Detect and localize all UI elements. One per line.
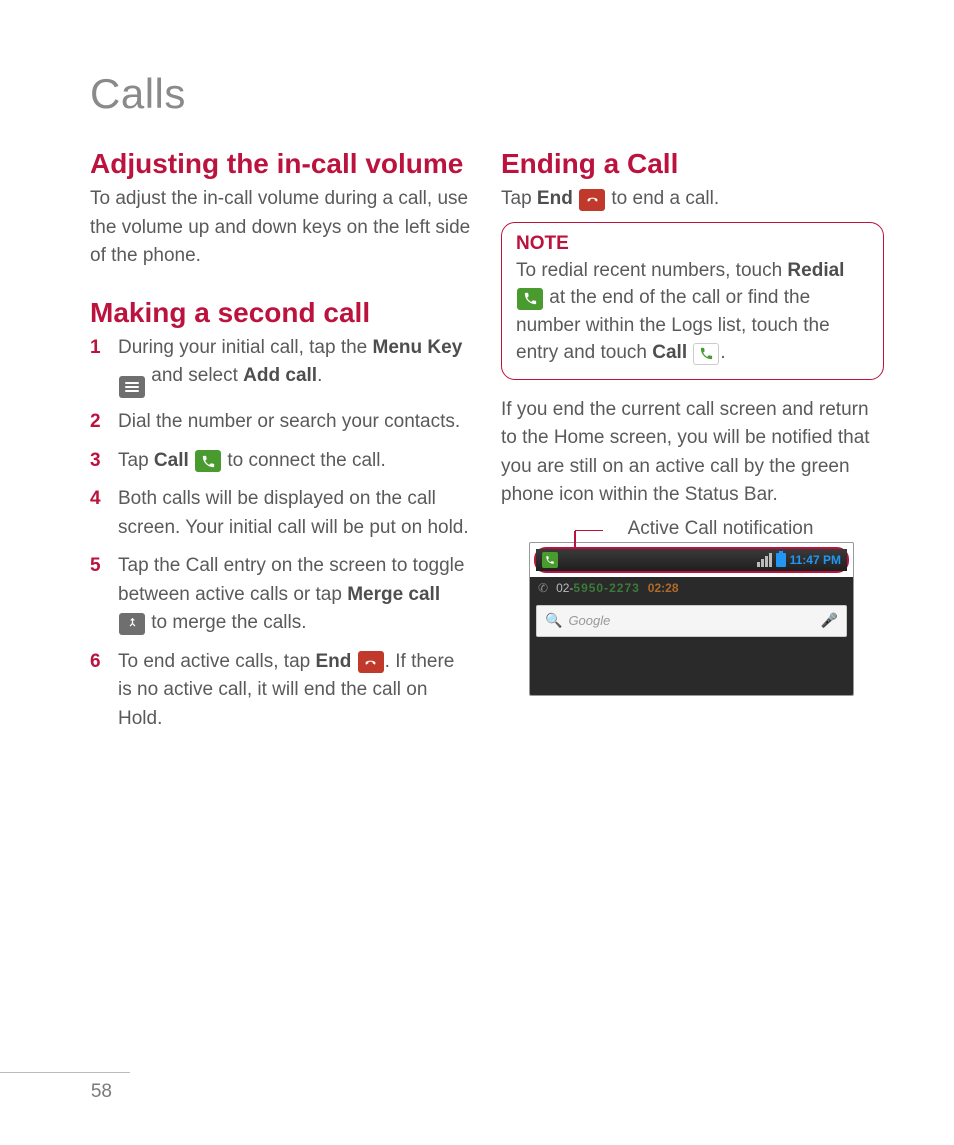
menu-key-label: Menu Key [373, 337, 463, 358]
home-screen-area: 🔍 Google 🎤 [530, 599, 853, 695]
battery-icon [776, 553, 786, 567]
add-call-label: Add call [243, 365, 317, 386]
phone-call-icon [195, 450, 221, 472]
call-label: Call [154, 450, 189, 471]
end-call-icon [579, 189, 605, 211]
ongoing-call-bar: ✆ 02-5950-2273 02:28 [530, 577, 853, 599]
end-call-icon [358, 651, 384, 673]
step-1-text-b: and select [146, 365, 243, 386]
signal-icon [757, 553, 772, 567]
callout-text: Active Call notification [628, 518, 814, 539]
step-5-text-b: to merge the calls. [146, 612, 307, 633]
status-bar-highlight: 11:47 PM [534, 547, 849, 573]
step-5: Tap the Call entry on the screen to togg… [90, 552, 473, 638]
google-search-bar: 🔍 Google 🎤 [536, 605, 847, 637]
para-end-call: Tap End to end a call. [501, 185, 884, 214]
call-number: 5950-2273 [573, 581, 639, 595]
heading-ending-call: Ending a Call [501, 146, 884, 181]
step-6-text-a: To end active calls, tap [118, 651, 316, 672]
page-number: 58 [0, 1072, 130, 1103]
note-1: To redial recent numbers, touch [516, 260, 787, 281]
redial-icon [517, 288, 543, 310]
second-call-steps: During your initial call, tap the Menu K… [90, 334, 473, 734]
chapter-title: Calls [90, 70, 884, 118]
heading-adjust-volume: Adjusting the in-call volume [90, 146, 473, 181]
redial-label: Redial [787, 260, 844, 281]
step-3-text-a: Tap [118, 450, 154, 471]
end-text-a: Tap [501, 188, 537, 209]
step-1-text-a: During your initial call, tap the [118, 337, 373, 358]
callout-label: Active Call notification [557, 518, 884, 540]
left-column: Adjusting the in-call volume To adjust t… [90, 146, 473, 743]
note-3: . [720, 342, 725, 363]
search-placeholder: Google [568, 613, 814, 628]
callout-line [575, 530, 603, 531]
step-3: Tap Call to connect the call. [90, 447, 473, 476]
end-text-b: to end a call. [606, 188, 719, 209]
para-active-call-info: If you end the current call screen and r… [501, 396, 884, 510]
right-column: Ending a Call Tap End to end a call. NOT… [501, 146, 884, 743]
step-6: To end active calls, tap End . If there … [90, 648, 473, 734]
heading-second-call: Making a second call [90, 295, 473, 330]
menu-key-icon [119, 376, 145, 398]
status-time: 11:47 PM [790, 553, 841, 567]
phone-outline-icon: ✆ [538, 581, 548, 595]
call-duration: 02:28 [648, 581, 679, 595]
end-label: End [316, 651, 352, 672]
status-bar: 11:47 PM [536, 549, 847, 571]
step-1: During your initial call, tap the Menu K… [90, 334, 473, 399]
search-icon: 🔍 [545, 612, 562, 629]
para-adjust-volume: To adjust the in-call volume during a ca… [90, 185, 473, 271]
mic-icon: 🎤 [821, 612, 838, 629]
active-call-status-icon [542, 552, 558, 568]
note-call-label: Call [652, 342, 687, 363]
step-3-text-b: to connect the call. [222, 450, 386, 471]
note-text: To redial recent numbers, touch Redial a… [516, 257, 869, 367]
step-4: Both calls will be displayed on the call… [90, 485, 473, 542]
end-button-label: End [537, 188, 573, 209]
merge-call-label: Merge call [347, 584, 440, 605]
phone-screenshot: 11:47 PM ✆ 02-5950-2273 02:28 🔍 Google 🎤 [529, 542, 854, 696]
note-box: NOTE To redial recent numbers, touch Red… [501, 222, 884, 380]
note-label: NOTE [516, 233, 869, 255]
step-1-text-c: . [317, 365, 322, 386]
merge-call-icon [119, 613, 145, 635]
step-2: Dial the number or search your contacts. [90, 408, 473, 437]
call-icon [693, 343, 719, 365]
call-prefix: 02- [556, 581, 573, 595]
